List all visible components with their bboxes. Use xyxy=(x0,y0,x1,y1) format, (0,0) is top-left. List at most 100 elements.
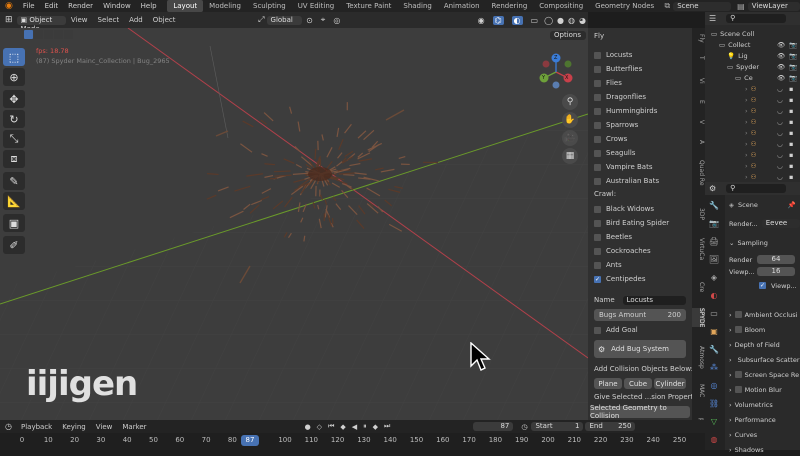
menu-window[interactable]: Window xyxy=(98,2,136,10)
menu-object[interactable]: Object xyxy=(148,16,181,24)
crawl-item-checkbox[interactable] xyxy=(594,262,601,269)
render-engine-select[interactable]: Eevee xyxy=(762,219,800,228)
properties-section-header[interactable]: ›Performance xyxy=(729,413,800,426)
expand-arrow-icon[interactable]: › xyxy=(745,107,748,115)
eye-icon[interactable]: 👁 xyxy=(777,52,785,60)
menu-select[interactable]: Select xyxy=(93,16,125,24)
eye-icon[interactable]: ◡ xyxy=(777,129,783,137)
add-goal-row[interactable]: Add Goal xyxy=(594,324,638,336)
outliner-bug-object-row[interactable]: ›⚇◡▪ xyxy=(705,105,800,116)
select-new-icon[interactable] xyxy=(24,30,33,39)
crawl-item-row[interactable]: Cockroaches xyxy=(594,245,651,257)
3d-viewport[interactable]: fps: 18.78 (87) Spyder Mainc_Collection … xyxy=(0,28,588,420)
viewport-samples-field[interactable]: 16 xyxy=(757,267,795,276)
fly-item-checkbox[interactable] xyxy=(594,150,601,157)
add-goal-checkbox[interactable] xyxy=(594,327,601,334)
properties-section-header[interactable]: ›Motion Blur xyxy=(729,383,800,396)
sidebar-tab[interactable]: Quad Re xyxy=(692,160,705,186)
eye-icon[interactable]: ◡ xyxy=(777,162,783,170)
select-invert-icon[interactable] xyxy=(54,30,63,39)
camera-icon[interactable]: ▪ xyxy=(789,118,793,126)
camera-icon[interactable]: 📷 xyxy=(789,52,797,60)
jump-start-icon[interactable]: ⏮ xyxy=(328,422,334,431)
tab-animation[interactable]: Animation xyxy=(438,0,486,12)
menu-playback[interactable]: Playback xyxy=(16,423,57,431)
zoom-icon[interactable]: ⚲ xyxy=(562,94,578,110)
fly-item-row[interactable]: Sparrows xyxy=(594,119,638,131)
snap-icon[interactable]: ⌖ xyxy=(321,15,326,25)
tab-compositing[interactable]: Compositing xyxy=(533,0,589,12)
eye-icon[interactable]: 👁 xyxy=(777,41,785,49)
fly-item-row[interactable]: Crows xyxy=(594,133,627,145)
add-cube-tool[interactable]: ▣ xyxy=(3,214,25,232)
overlay-toggle-icon[interactable]: ◐ xyxy=(512,16,523,25)
fly-item-checkbox[interactable] xyxy=(594,80,601,87)
sidebar-tab[interactable]: T xyxy=(692,56,705,60)
tab-layout[interactable]: Layout xyxy=(167,0,203,12)
crawl-item-row[interactable]: Ants xyxy=(594,259,622,271)
eye-icon[interactable]: ◡ xyxy=(777,151,783,159)
properties-section-header[interactable]: ›Subsurface Scatteri xyxy=(729,353,800,366)
sidebar-tab[interactable]: Fly xyxy=(692,34,705,43)
viewport-denoise-checkbox[interactable]: ✓ xyxy=(759,282,766,289)
camera-icon[interactable]: ▪ xyxy=(789,85,793,93)
eye-icon[interactable]: 👁 xyxy=(777,74,785,82)
scale-tool[interactable]: ⤡ xyxy=(3,130,25,148)
menu-marker[interactable]: Marker xyxy=(117,423,151,431)
rotate-tool[interactable]: ↻ xyxy=(3,110,25,128)
cursor-tool[interactable]: ⊕ xyxy=(3,68,25,86)
cube-button[interactable]: Cube xyxy=(624,378,652,389)
view-layer-selector[interactable]: ViewLayer xyxy=(748,2,800,11)
sidebar-tab[interactable]: E xyxy=(692,100,705,104)
sidebar-tab[interactable]: 3DP xyxy=(692,208,705,220)
eye-icon[interactable]: ◡ xyxy=(777,118,783,126)
object-tab-icon[interactable]: ▣ xyxy=(707,325,721,338)
crawl-item-row[interactable]: Bird Eating Spider xyxy=(594,217,669,229)
tab-uv-editing[interactable]: UV Editing xyxy=(292,0,341,12)
menu-file[interactable]: File xyxy=(18,2,40,10)
perspective-grid-icon[interactable]: ▦ xyxy=(562,148,578,164)
tab-sculpting[interactable]: Sculpting xyxy=(247,0,292,12)
properties-editor-icon[interactable]: ⚙ xyxy=(709,184,716,193)
eyedropper-tool[interactable]: ✐ xyxy=(3,236,25,254)
expand-arrow-icon[interactable]: › xyxy=(745,151,748,159)
section-enable-checkbox[interactable] xyxy=(735,326,742,333)
proportional-icon[interactable]: ◎ xyxy=(333,16,340,25)
camera-icon[interactable]: 📷 xyxy=(789,41,797,49)
data-tab-icon[interactable]: ▽ xyxy=(707,415,721,428)
particles-tab-icon[interactable]: ⁂ xyxy=(707,361,721,374)
jump-end-icon[interactable]: ⏭ xyxy=(384,422,390,431)
crawl-item-row[interactable]: Beetles xyxy=(594,231,632,243)
fly-item-checkbox[interactable] xyxy=(594,178,601,185)
start-frame-field[interactable]: Start 1 xyxy=(531,422,583,431)
tab-rendering[interactable]: Rendering xyxy=(486,0,534,12)
outliner-row[interactable]: ▭Ce👁📷 xyxy=(705,72,800,83)
tab-modeling[interactable]: Modeling xyxy=(203,0,247,12)
timeline-editor-icon[interactable]: ◷ xyxy=(5,422,12,431)
material-shading-icon[interactable]: ◍ xyxy=(568,16,575,25)
properties-search[interactable]: ⚲ xyxy=(726,184,786,193)
camera-icon[interactable]: ▪ xyxy=(789,151,793,159)
crawl-item-checkbox[interactable] xyxy=(594,220,601,227)
expand-arrow-icon[interactable]: › xyxy=(745,85,748,93)
world-tab-icon[interactable]: ◐ xyxy=(707,289,721,302)
section-enable-checkbox[interactable] xyxy=(735,311,742,318)
annotate-tool[interactable]: ✎ xyxy=(3,172,25,190)
eye-icon[interactable]: ◡ xyxy=(777,173,783,181)
fly-item-checkbox[interactable] xyxy=(594,136,601,143)
fly-item-checkbox[interactable] xyxy=(594,52,601,59)
fly-item-row[interactable]: Australian Bats xyxy=(594,175,659,187)
eye-icon[interactable]: ◡ xyxy=(777,85,783,93)
rendered-shading-icon[interactable]: ◕ xyxy=(579,16,586,25)
viewport-denoise-row[interactable]: ✓ Viewp... xyxy=(729,279,800,292)
properties-section-header[interactable]: ›Ambient Occlusi xyxy=(729,308,800,321)
wireframe-shading-icon[interactable]: ◯ xyxy=(544,16,553,25)
camera-icon[interactable]: ▪ xyxy=(789,173,793,181)
mode-selector[interactable]: ▣ Object Mode xyxy=(17,16,66,25)
scene-selector[interactable]: Scene xyxy=(673,2,731,11)
outliner-bug-object-row[interactable]: ›⚇◡▪ xyxy=(705,94,800,105)
bugs-amount-slider[interactable]: Bugs Amount 200 xyxy=(594,309,686,321)
outliner-row[interactable]: ▭Spyder👁📷 xyxy=(705,61,800,72)
crawl-item-row[interactable]: Black Widows xyxy=(594,203,654,215)
pivot-icon[interactable]: ⊙ xyxy=(306,16,313,25)
